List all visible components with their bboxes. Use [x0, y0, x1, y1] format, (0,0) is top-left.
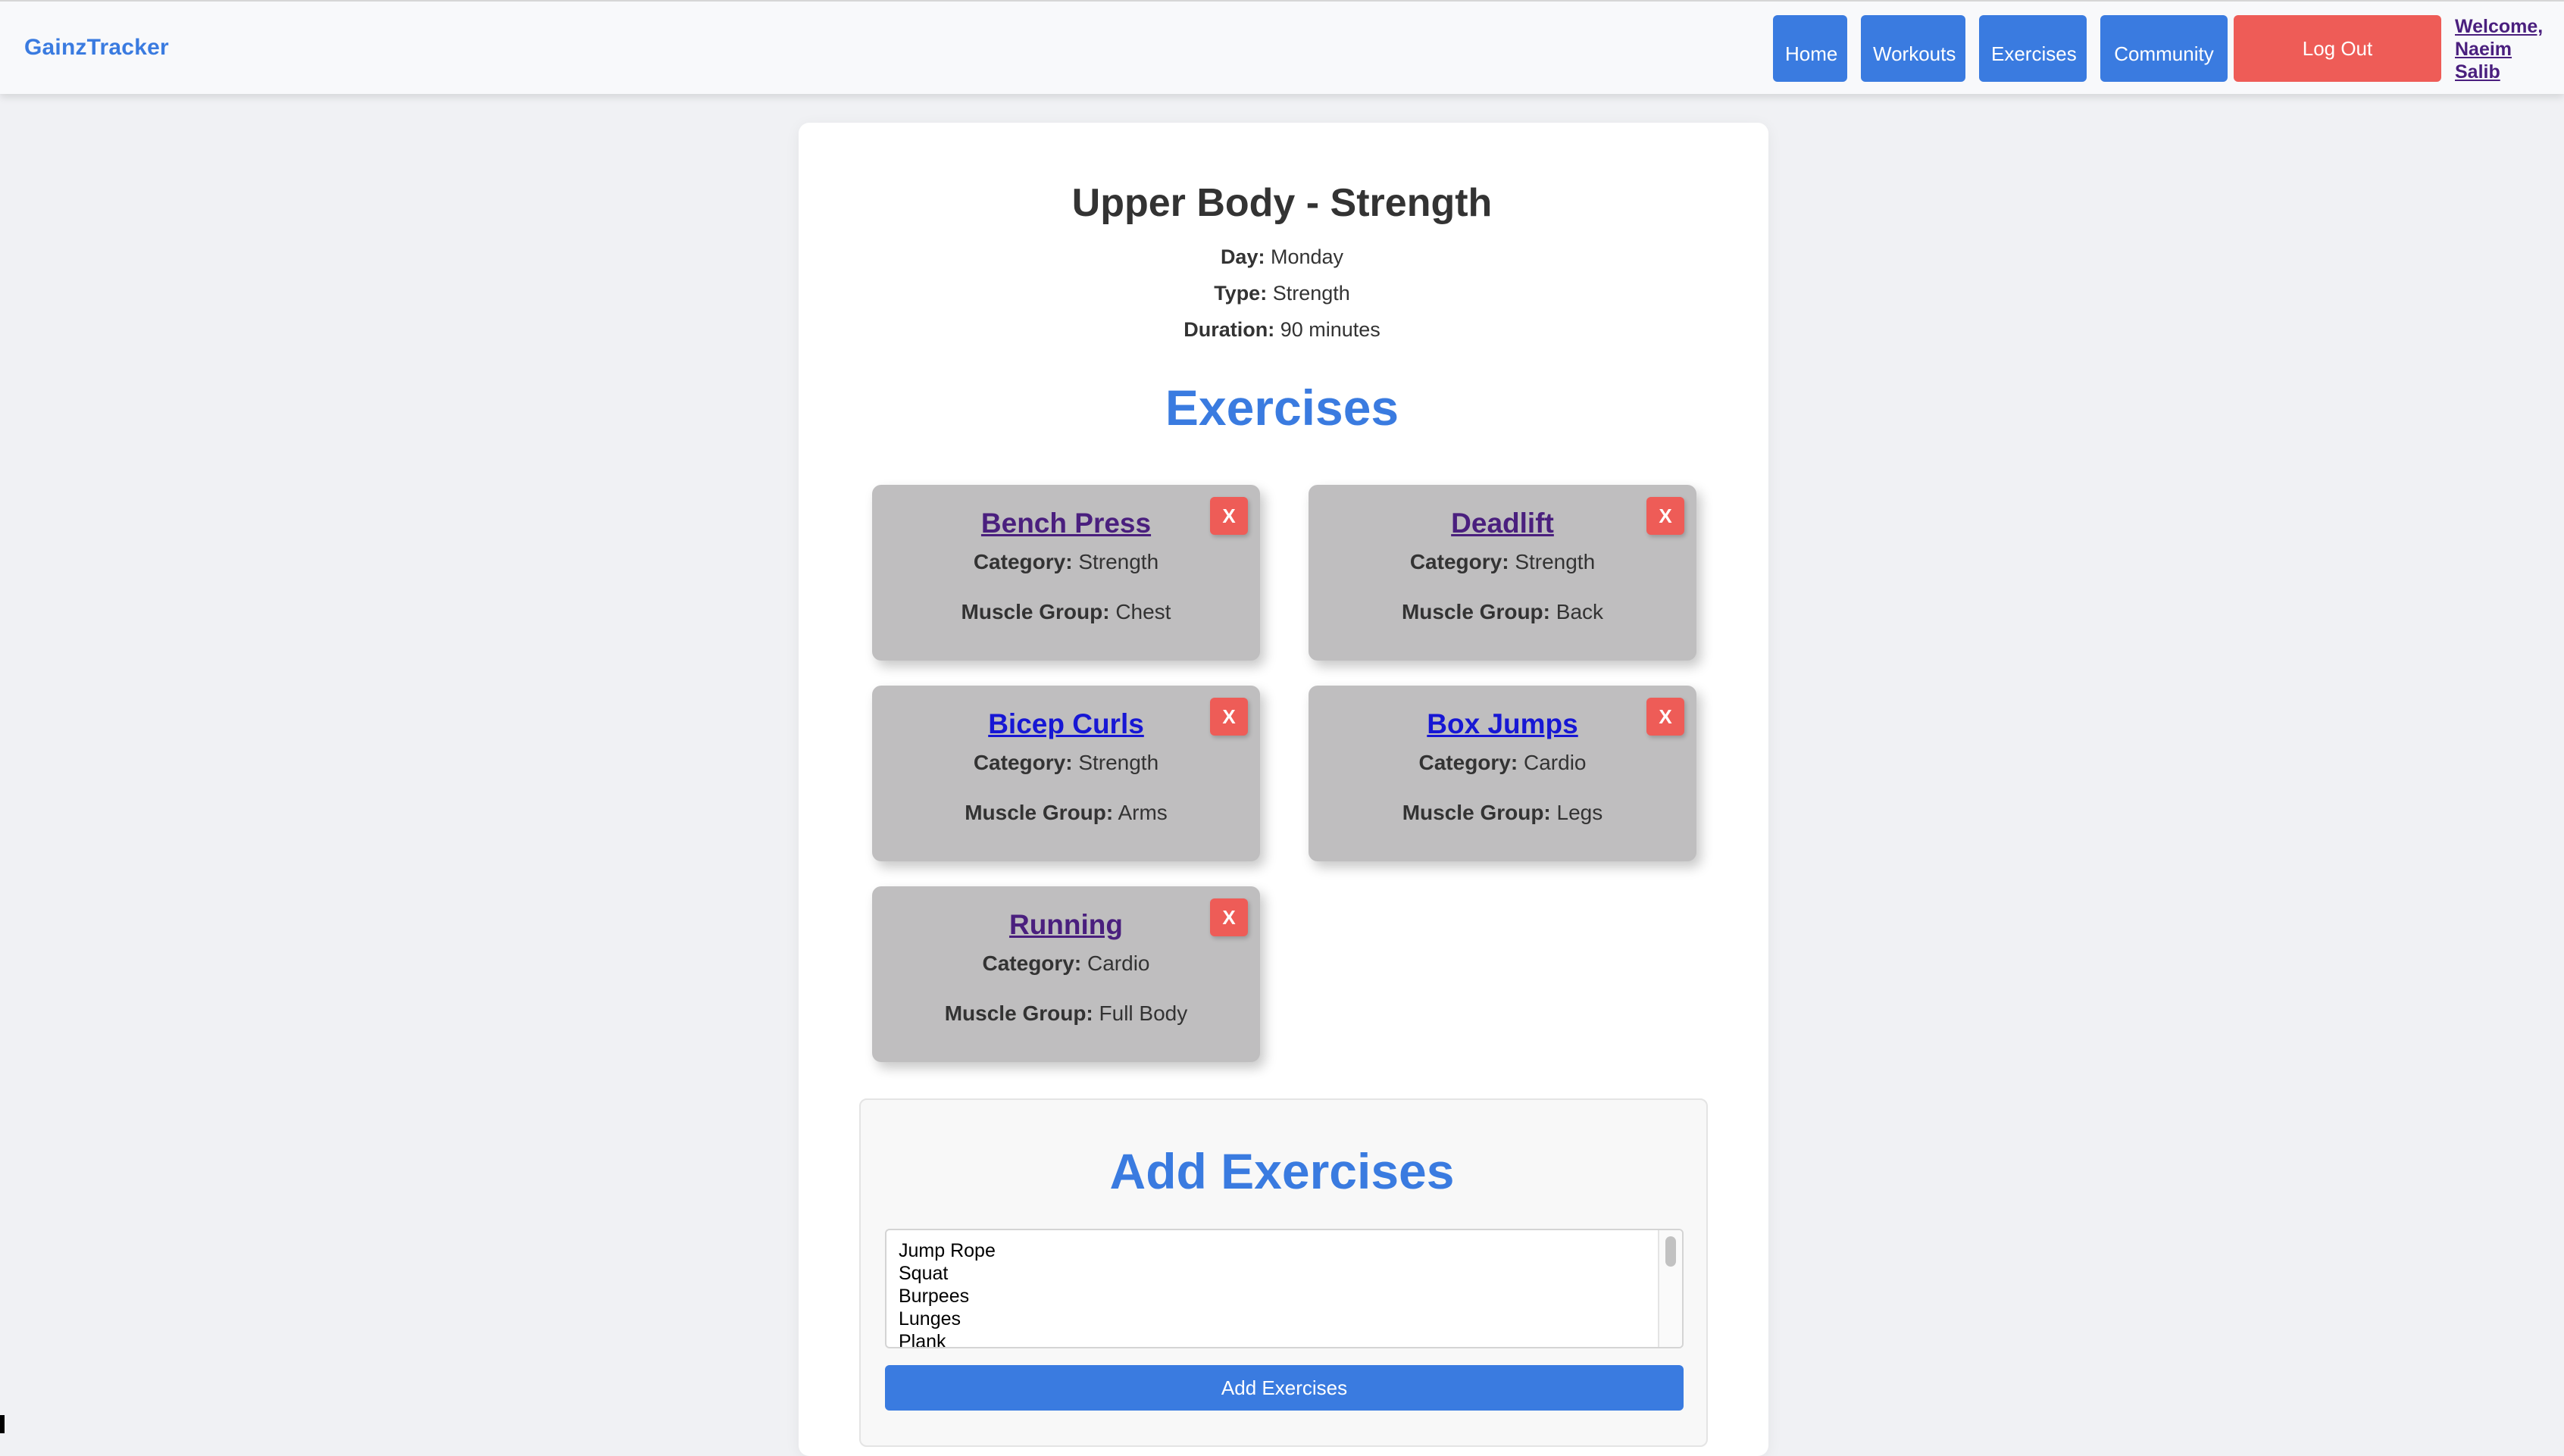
exercise-multiselect[interactable]: Jump Rope Squat Burpees Lunges Plank — [885, 1229, 1684, 1348]
muscle-group-label: Muscle Group: — [1401, 600, 1550, 623]
muscle-group-value: Legs — [1556, 801, 1603, 824]
nav-exercises-button[interactable]: Exercises — [1979, 15, 2087, 82]
exercises-heading: Exercises — [1165, 380, 1399, 436]
day-value: Monday — [1270, 245, 1344, 268]
window-edge — [0, 1415, 5, 1433]
type-value: Strength — [1272, 282, 1350, 305]
exercise-card: X Bicep Curls Category: Strength Muscle … — [872, 686, 1260, 861]
exercise-muscle-group: Muscle Group: Back — [1309, 600, 1696, 624]
exercise-category: Category: Cardio — [872, 951, 1260, 976]
navbar: GainzTracker Home Workouts Exercises Com… — [0, 0, 2564, 94]
muscle-group-label: Muscle Group: — [965, 801, 1114, 824]
add-exercises-button[interactable]: Add Exercises — [885, 1365, 1684, 1411]
exercise-name-link[interactable]: Deadlift — [1309, 508, 1696, 539]
remove-exercise-button[interactable]: X — [1210, 698, 1248, 736]
exercise-card: X Deadlift Category: Strength Muscle Gro… — [1309, 485, 1696, 661]
muscle-group-label: Muscle Group: — [1402, 801, 1551, 824]
exercise-muscle-group: Muscle Group: Legs — [1309, 801, 1696, 825]
exercise-category: Category: Strength — [872, 550, 1260, 574]
remove-exercise-button[interactable]: X — [1210, 898, 1248, 936]
exercise-name-link[interactable]: Box Jumps — [1309, 708, 1696, 740]
category-value: Cardio — [1524, 751, 1587, 774]
exercise-option[interactable]: Lunges — [886, 1308, 1682, 1330]
exercise-option[interactable]: Squat — [886, 1262, 1682, 1285]
exercise-option[interactable]: Burpees — [886, 1285, 1682, 1308]
workout-duration: Duration: 90 minutes — [0, 318, 2564, 342]
muscle-group-label: Muscle Group: — [944, 1001, 1093, 1025]
exercise-muscle-group: Muscle Group: Full Body — [872, 1001, 1260, 1026]
exercise-option[interactable]: Plank — [886, 1330, 1682, 1347]
scrollbar-thumb[interactable] — [1665, 1236, 1676, 1267]
category-label: Category: — [973, 550, 1073, 573]
remove-exercise-button[interactable]: X — [1646, 497, 1684, 535]
welcome-user-link[interactable]: Welcome, Naeim Salib — [2455, 15, 2553, 83]
brand-logo[interactable]: GainzTracker — [24, 35, 169, 61]
category-value: Strength — [1078, 550, 1159, 573]
duration-value: 90 minutes — [1280, 318, 1380, 341]
nav-community-button[interactable]: Community — [2100, 15, 2228, 82]
exercise-name-link[interactable]: Bench Press — [872, 508, 1260, 539]
muscle-group-value: Chest — [1115, 600, 1171, 623]
category-value: Cardio — [1087, 951, 1150, 975]
workout-type: Type: Strength — [0, 282, 2564, 305]
remove-exercise-button[interactable]: X — [1646, 698, 1684, 736]
exercise-card: X Bench Press Category: Strength Muscle … — [872, 485, 1260, 661]
muscle-group-value: Back — [1556, 600, 1604, 623]
nav-workouts-button[interactable]: Workouts — [1861, 15, 1965, 82]
exercise-option[interactable]: Jump Rope — [886, 1239, 1682, 1262]
muscle-group-label: Muscle Group: — [961, 600, 1110, 623]
muscle-group-value: Arms — [1118, 801, 1168, 824]
add-exercises-heading: Add Exercises — [1109, 1143, 1455, 1199]
category-label: Category: — [982, 951, 1082, 975]
muscle-group-value: Full Body — [1099, 1001, 1188, 1025]
exercise-category: Category: Strength — [1309, 550, 1696, 574]
nav-home-button[interactable]: Home — [1773, 15, 1847, 82]
exercise-name-link[interactable]: Bicep Curls — [872, 708, 1260, 740]
day-label: Day: — [1220, 245, 1265, 268]
category-label: Category: — [1418, 751, 1518, 774]
category-value: Strength — [1515, 550, 1596, 573]
exercise-name-link[interactable]: Running — [872, 909, 1260, 941]
exercise-category: Category: Strength — [872, 751, 1260, 775]
workout-title: Upper Body - Strength — [1071, 181, 1493, 225]
duration-label: Duration: — [1184, 318, 1275, 341]
type-label: Type: — [1214, 282, 1268, 305]
exercise-category: Category: Cardio — [1309, 751, 1696, 775]
remove-exercise-button[interactable]: X — [1210, 497, 1248, 535]
logout-button[interactable]: Log Out — [2234, 15, 2441, 82]
category-label: Category: — [1409, 550, 1509, 573]
exercise-card: X Box Jumps Category: Cardio Muscle Grou… — [1309, 686, 1696, 861]
category-value: Strength — [1078, 751, 1159, 774]
exercise-card: X Running Category: Cardio Muscle Group:… — [872, 886, 1260, 1062]
category-label: Category: — [973, 751, 1073, 774]
exercise-muscle-group: Muscle Group: Chest — [872, 600, 1260, 624]
workout-day: Day: Monday — [0, 245, 2564, 269]
multiselect-scrollbar[interactable] — [1658, 1230, 1682, 1347]
exercise-muscle-group: Muscle Group: Arms — [872, 801, 1260, 825]
